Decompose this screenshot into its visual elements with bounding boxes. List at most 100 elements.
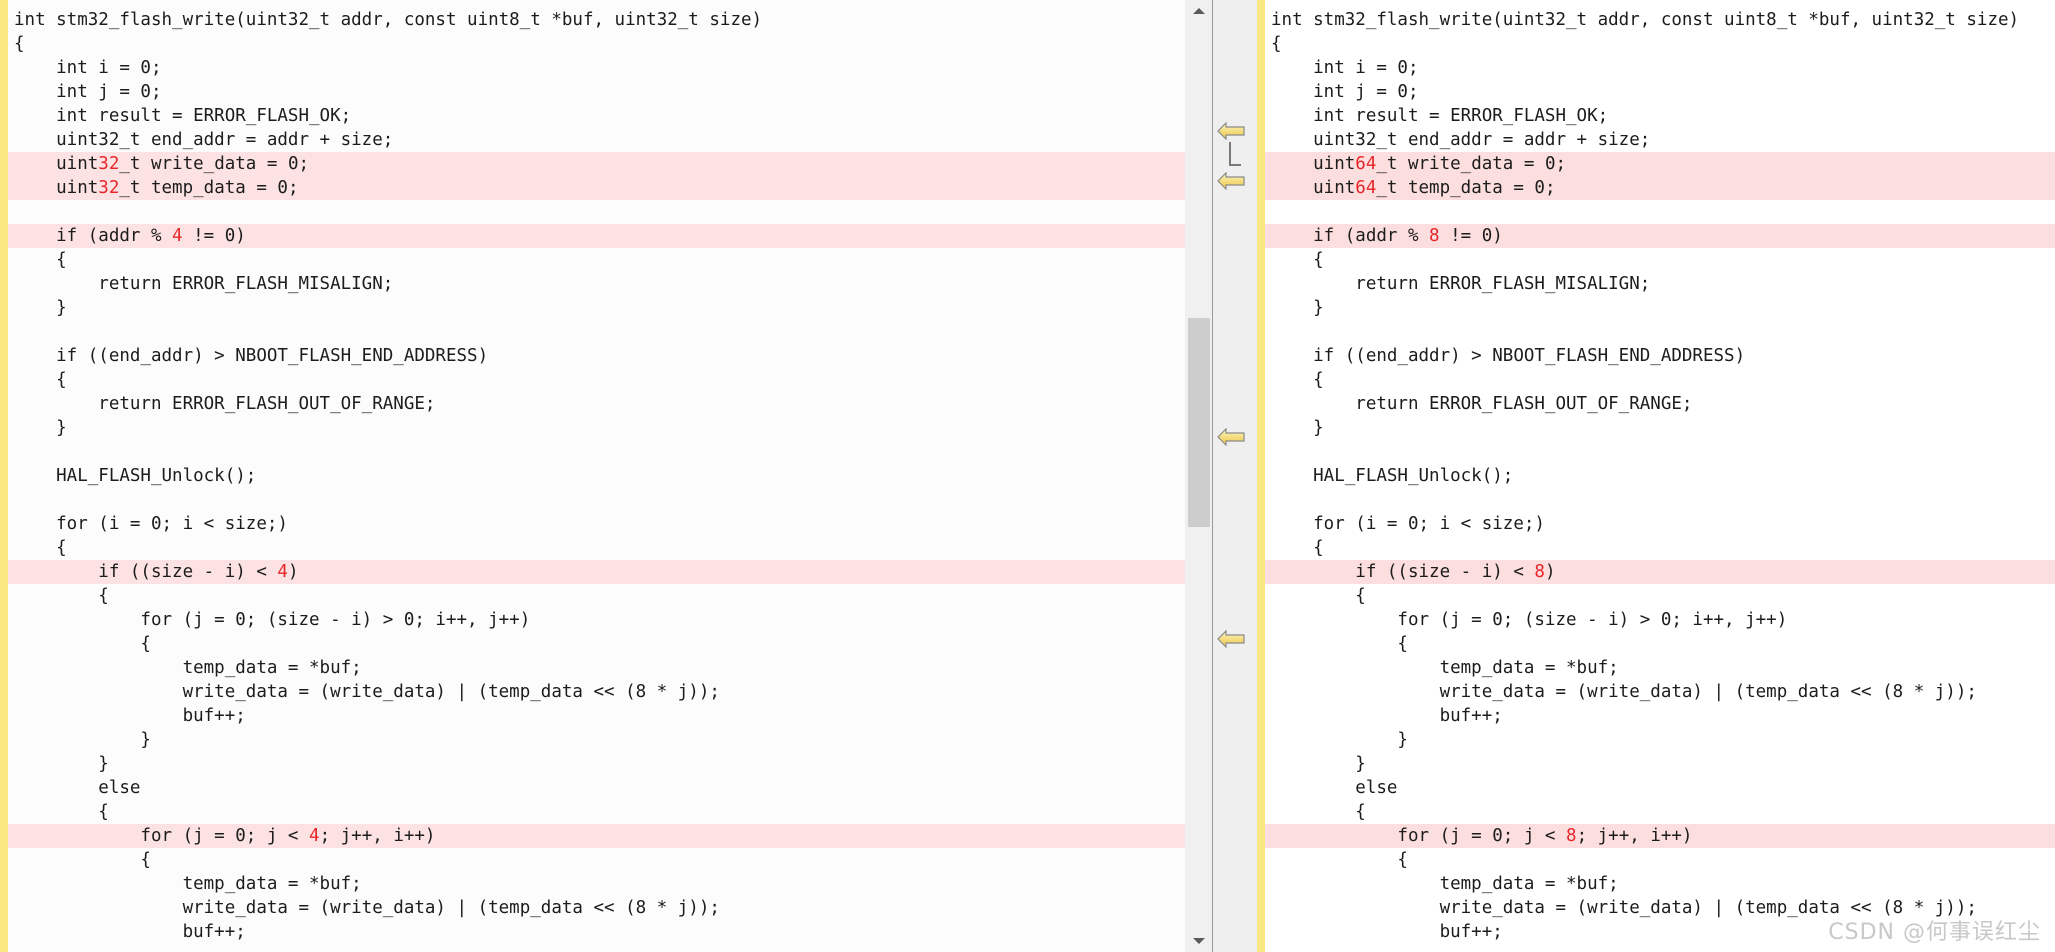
- code-token: if ((size - i) <: [1271, 562, 1535, 582]
- code-line: return ERROR_FLASH_MISALIGN;: [1271, 274, 1651, 294]
- code-token: _t write_data = 0;: [119, 154, 310, 174]
- code-line: {: [14, 586, 109, 606]
- code-token: if (addr %: [1271, 226, 1430, 246]
- code-token: for (j = 0; j <: [1271, 826, 1567, 846]
- code-line: int stm32_flash_write(uint32_t addr, con…: [1271, 10, 2020, 30]
- diff-token: 4: [309, 826, 320, 846]
- scrollbar-down-button[interactable]: [1186, 930, 1212, 952]
- diff-token: 64: [1355, 178, 1377, 198]
- diff-token: 32: [98, 178, 120, 198]
- code-line: int j = 0;: [1271, 82, 1419, 102]
- code-line: buf++;: [14, 706, 246, 726]
- code-line: for (j = 0; (size - i) > 0; i++, j++): [1271, 610, 1788, 630]
- right-partial-first-line: /: [1265, 0, 2055, 8]
- left-line-list: int stm32_flash_write(uint32_t addr, con…: [8, 8, 1185, 944]
- right-pane-body[interactable]: / int stm32_flash_write(uint32_t addr, c…: [1265, 0, 2055, 952]
- code-line-changed: if (addr % 8 != 0): [1265, 224, 2055, 248]
- code-line: {: [14, 850, 151, 870]
- code-line: }: [1271, 418, 1324, 438]
- code-line-changed: if (addr % 4 != 0): [8, 224, 1185, 248]
- code-line: {: [1271, 34, 1282, 54]
- code-line: int result = ERROR_FLASH_OK;: [1271, 106, 1609, 126]
- watermark: CSDN @何事误红尘: [1828, 920, 2041, 945]
- right-code-pane[interactable]: / int stm32_flash_write(uint32_t addr, c…: [1257, 0, 2055, 952]
- right-pane-change-marker-bar: [1257, 0, 1265, 952]
- left-partial-first-line: /: [8, 0, 1185, 8]
- code-line: write_data = (write_data) | (temp_data <…: [14, 682, 720, 702]
- code-line: {: [1271, 370, 1324, 390]
- code-line: return ERROR_FLASH_OUT_OF_RANGE;: [14, 394, 436, 414]
- code-line: buf++;: [1271, 706, 1503, 726]
- code-token: != 0): [182, 226, 246, 246]
- diff-viewer: / int stm32_flash_write(uint32_t addr, c…: [0, 0, 2055, 952]
- chevron-down-icon: [1193, 938, 1205, 944]
- code-line: else: [14, 778, 141, 798]
- code-line: return ERROR_FLASH_OUT_OF_RANGE;: [1271, 394, 1693, 414]
- code-token: != 0): [1439, 226, 1503, 246]
- code-line: write_data = (write_data) | (temp_data <…: [14, 898, 720, 918]
- code-line: uint32_t end_addr = addr + size;: [14, 130, 394, 150]
- code-line: }: [14, 754, 109, 774]
- code-token: ): [287, 562, 299, 582]
- code-line-changed: uint32_t temp_data = 0;: [8, 176, 1185, 200]
- code-line: }: [1271, 754, 1366, 774]
- merge-arrow-button[interactable]: [1217, 630, 1253, 654]
- code-line: uint32_t end_addr = addr + size;: [1271, 130, 1651, 150]
- code-line: }: [14, 298, 67, 318]
- scrollbar-up-button[interactable]: [1186, 0, 1212, 22]
- diff-token: 64: [1355, 154, 1377, 174]
- code-line: {: [1271, 586, 1366, 606]
- code-line: {: [14, 802, 109, 822]
- code-line: int i = 0;: [1271, 58, 1419, 78]
- code-line: for (i = 0; i < size;): [1271, 514, 1545, 534]
- code-line: int i = 0;: [14, 58, 162, 78]
- left-pane-body[interactable]: / int stm32_flash_write(uint32_t addr, c…: [8, 0, 1185, 952]
- code-line-changed: uint64_t write_data = 0;: [1265, 152, 2055, 176]
- code-token: ; j++, i++): [319, 826, 436, 846]
- code-token: ): [1544, 562, 1556, 582]
- merge-arrow-button[interactable]: [1217, 428, 1253, 452]
- code-line-changed: if ((size - i) < 8): [1265, 560, 2055, 584]
- code-line: HAL_FLASH_Unlock();: [1271, 466, 1514, 486]
- code-line: for (j = 0; (size - i) > 0; i++, j++): [14, 610, 531, 630]
- left-code-pane[interactable]: / int stm32_flash_write(uint32_t addr, c…: [0, 0, 1185, 952]
- code-line: {: [14, 34, 25, 54]
- code-line: {: [14, 250, 67, 270]
- code-token: if ((size - i) <: [14, 562, 278, 582]
- code-line: {: [1271, 802, 1366, 822]
- diff-token: 4: [172, 226, 183, 246]
- code-line: temp_data = *buf;: [1271, 874, 1619, 894]
- code-line-changed: for (j = 0; j < 4; j++, i++): [8, 824, 1185, 848]
- code-line: {: [1271, 850, 1408, 870]
- left-pane-change-marker-bar: [0, 0, 8, 952]
- code-line: HAL_FLASH_Unlock();: [14, 466, 257, 486]
- code-line: {: [1271, 634, 1408, 654]
- diff-token: 8: [1566, 826, 1577, 846]
- diff-gutter[interactable]: [1212, 0, 1257, 952]
- code-line-changed: uint64_t temp_data = 0;: [1265, 176, 2055, 200]
- code-line: int j = 0;: [14, 82, 162, 102]
- code-line: {: [14, 370, 67, 390]
- code-token: _t temp_data = 0;: [1376, 178, 1556, 198]
- code-token: _t write_data = 0;: [1376, 154, 1567, 174]
- scrollbar-thumb[interactable]: [1188, 318, 1210, 527]
- code-token: ; j++, i++): [1576, 826, 1693, 846]
- left-pane-scrollbar[interactable]: [1185, 0, 1212, 952]
- code-token: uint: [14, 154, 99, 174]
- code-token: uint: [1271, 154, 1356, 174]
- code-line: int result = ERROR_FLASH_OK;: [14, 106, 352, 126]
- merge-arrow-button[interactable]: [1217, 172, 1253, 196]
- code-line: }: [1271, 298, 1324, 318]
- code-line: for (i = 0; i < size;): [14, 514, 288, 534]
- change-block-bracket: [1229, 142, 1241, 166]
- code-token: uint: [14, 178, 99, 198]
- diff-token: 4: [277, 562, 288, 582]
- code-line: {: [1271, 538, 1324, 558]
